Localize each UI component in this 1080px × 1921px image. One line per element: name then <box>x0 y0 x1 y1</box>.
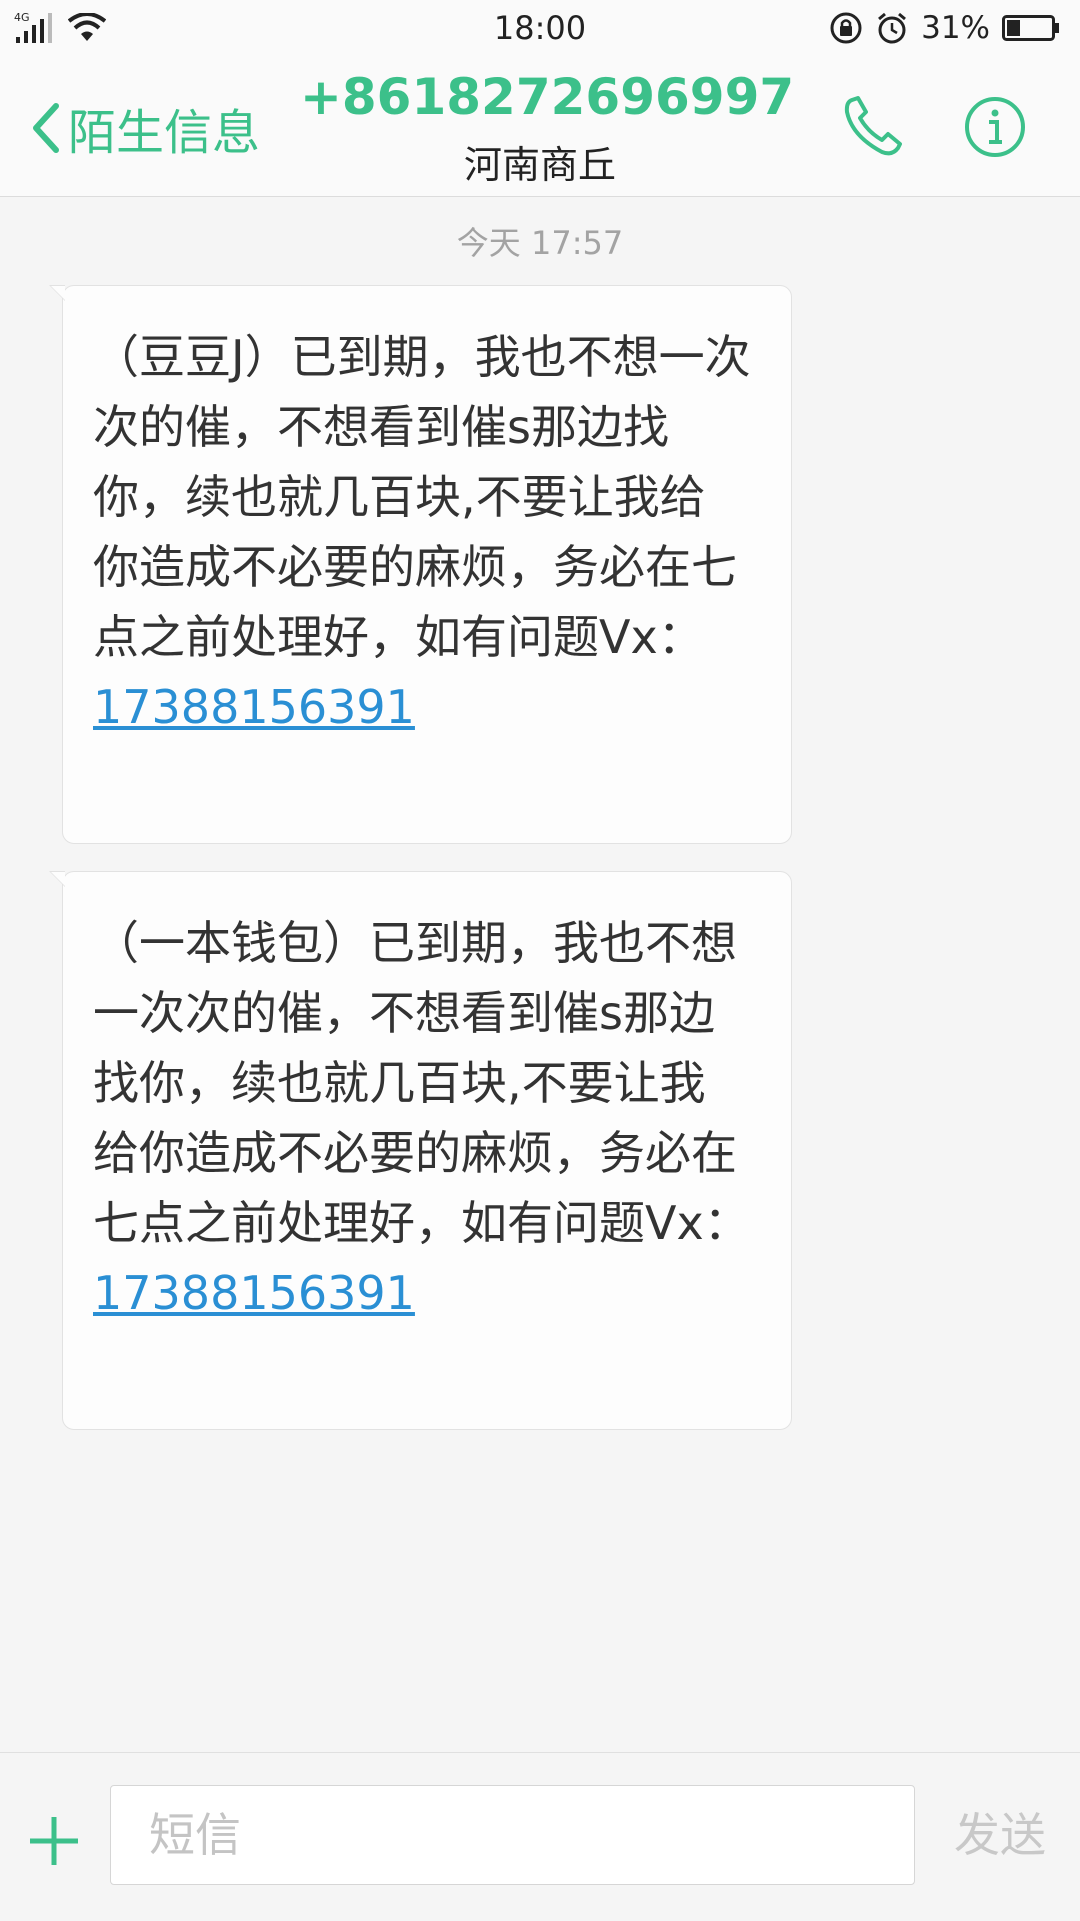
message-phone-link[interactable]: 17388156391 <box>93 672 751 742</box>
rotation-lock-icon <box>830 12 862 44</box>
message-text: （一本钱包）已到期，我也不想一次次的催，不想看到催s那边找你，续也就几百块,不要… <box>93 916 750 1250</box>
info-button[interactable] <box>964 96 1026 158</box>
back-button[interactable]: 陌生信息 <box>28 88 260 168</box>
message-timestamp: 今天 17:57 <box>456 224 624 262</box>
contact-location: 河南商丘 <box>463 143 616 187</box>
info-icon <box>965 97 1025 157</box>
plus-icon <box>30 1817 78 1865</box>
message-composer: 发送 <box>0 1752 1080 1921</box>
add-attachment-button[interactable] <box>26 1813 82 1869</box>
bubble-tail-fill <box>51 286 65 300</box>
status-bar: 4G 18:00 31% <box>0 0 1080 62</box>
contact-number: +8618272696997 <box>300 68 795 126</box>
battery-icon <box>1002 15 1059 41</box>
conversation-header: 陌生信息 +8618272696997 河南商丘 <box>0 62 1080 197</box>
sms-input[interactable] <box>110 1785 915 1885</box>
send-button[interactable]: 发送 <box>940 1799 1060 1871</box>
status-right: 31% <box>829 8 1060 48</box>
call-button[interactable] <box>838 92 908 162</box>
alarm-icon <box>878 12 907 44</box>
bubble-tail-fill <box>51 872 65 886</box>
battery-percent: 31% <box>921 10 990 46</box>
message-phone-link[interactable]: 17388156391 <box>93 1258 751 1328</box>
message-bubble[interactable]: （豆豆J）已到期，我也不想一次次的催，不想看到催s那边找你，续也就几百块,不要让… <box>49 285 792 844</box>
chevron-left-icon <box>33 103 59 153</box>
message-text: （豆豆J）已到期，我也不想一次次的催，不想看到催s那边找你，续也就几百块,不要让… <box>93 330 751 664</box>
phone-icon <box>844 96 902 156</box>
back-label: 陌生信息 <box>68 105 261 161</box>
message-bubble[interactable]: （一本钱包）已到期，我也不想一次次的催，不想看到催s那边找你，续也就几百块,不要… <box>49 871 792 1430</box>
